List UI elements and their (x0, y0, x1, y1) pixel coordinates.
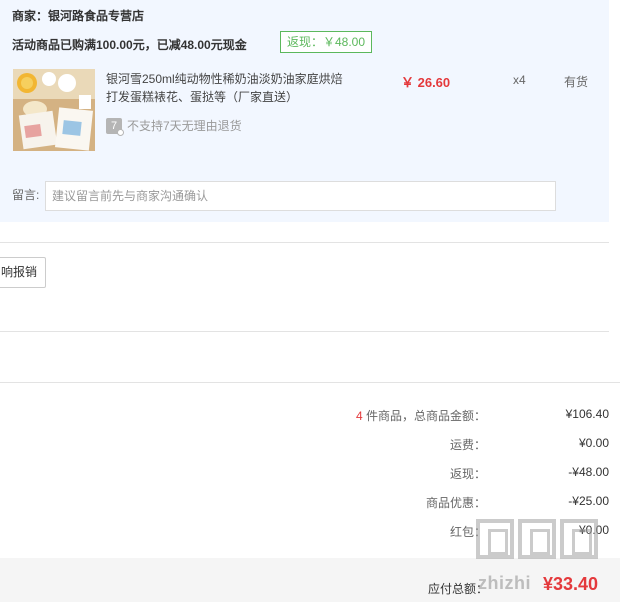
merchant-name[interactable]: 商家：银河路食品专营店 (12, 7, 144, 24)
summary-shipping-row: 运费： ¥0.00 (0, 436, 620, 454)
items-total-value: ¥106.40 (565, 407, 609, 421)
shipping-value: ¥0.00 (578, 436, 609, 450)
product-quantity: x4 (513, 73, 526, 87)
cashback-value: -¥48.00 (568, 465, 609, 479)
summary-cashback-row: 返现： -¥48.00 (0, 465, 620, 483)
divider (0, 331, 609, 332)
watermark-text: zhizhi (478, 573, 531, 593)
return-policy-text: 不支持7天无理由退货 (127, 119, 242, 133)
product-image[interactable] (13, 69, 95, 151)
product-price: ￥ 26.60 (401, 75, 451, 90)
discount-label: 商品优惠： (425, 496, 486, 510)
shop-order-panel: 商家：银河路食品专营店 活动商品已购满100.00元，已减48.00元现金 返现… (0, 0, 609, 222)
message-input[interactable]: 建议留言前先与商家沟通确认 (45, 181, 556, 211)
cashback-label: 返现： (449, 467, 486, 481)
return-icon-text: 7 (110, 119, 118, 132)
stock-status: 有货 (564, 75, 589, 89)
report-reimburse-button[interactable]: 响报销 (0, 257, 46, 288)
items-count: 4 (355, 409, 363, 423)
return-policy: 7 不支持7天无理由退货 (106, 117, 242, 136)
watermark-logo (476, 519, 598, 559)
watermark-glyph-icon (476, 519, 514, 559)
divider (0, 382, 620, 383)
cashback-badge: 返现：￥48.00 (280, 31, 372, 53)
shipping-label: 运费： (449, 438, 486, 452)
items-label-text: 件商品，总商品金额： (362, 409, 486, 423)
product-photo-icon (13, 69, 95, 151)
message-label: 留言: (12, 188, 40, 202)
summary-discount-row: 商品优惠： -¥25.00 (0, 494, 620, 512)
summary-items-row: 4 件商品，总商品金额： ¥106.40 (0, 407, 620, 425)
promo-text: 活动商品已购满100.00元，已减48.00元现金 (12, 38, 247, 52)
discount-value: -¥25.00 (568, 494, 609, 508)
no-return-badge-icon (117, 128, 124, 136)
product-title-link[interactable]: 银河雪250ml纯动物性稀奶油淡奶油家庭烘焙打发蛋糕裱花、蛋挞等（厂家直送） (106, 70, 351, 106)
watermark-glyph-icon (518, 519, 556, 559)
watermark-glyph-icon (560, 519, 598, 559)
payable-value: ¥33.40 (543, 574, 599, 594)
divider (0, 242, 609, 243)
seven-day-return-icon: 7 (106, 117, 124, 136)
items-total-label: 4 件商品，总商品金额： (356, 407, 486, 424)
